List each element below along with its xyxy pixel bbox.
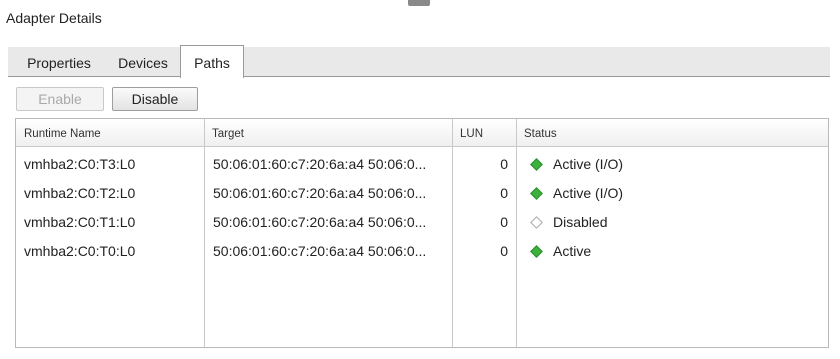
target-cell: 50:06:01:60:c7:20:6a:a4 50:06:0... xyxy=(213,156,427,172)
table-row[interactable]: vmhba2:C0:T0:L0 50:06:01:60:c7:20:6a:a4 … xyxy=(16,237,828,266)
tab-bar: Properties Devices Paths xyxy=(8,45,830,78)
status-text: Active xyxy=(553,243,592,259)
active-diamond-icon xyxy=(530,158,543,172)
lun-cell: 0 xyxy=(500,243,508,259)
column-header-target[interactable]: Target xyxy=(204,119,448,147)
runtime-name-cell: vmhba2:C0:T1:L0 xyxy=(24,214,136,230)
runtime-name-cell: vmhba2:C0:T3:L0 xyxy=(24,156,136,172)
status-cell: Active (I/O) xyxy=(524,179,824,208)
status-cell: Active xyxy=(524,237,824,266)
status-text: Active (I/O) xyxy=(553,185,624,201)
table-row[interactable]: vmhba2:C0:T1:L0 50:06:01:60:c7:20:6a:a4 … xyxy=(16,208,828,237)
tab-properties[interactable]: Properties xyxy=(12,47,106,77)
status-text: Active (I/O) xyxy=(553,156,624,172)
lun-cell: 0 xyxy=(500,185,508,201)
status-cell: Disabled xyxy=(524,208,824,237)
panel-resize-handle[interactable] xyxy=(408,0,430,6)
column-header-runtime-name[interactable]: Runtime Name xyxy=(16,119,204,147)
paths-table: Runtime Name Target LUN Status vmhba2:C0… xyxy=(15,118,829,348)
tab-paths[interactable]: Paths xyxy=(180,45,244,78)
tab-devices[interactable]: Devices xyxy=(106,47,180,77)
table-row[interactable]: vmhba2:C0:T3:L0 50:06:01:60:c7:20:6a:a4 … xyxy=(16,150,828,179)
table-header: Runtime Name Target LUN Status xyxy=(16,119,828,147)
status-text: Disabled xyxy=(553,214,608,230)
target-cell: 50:06:01:60:c7:20:6a:a4 50:06:0... xyxy=(213,214,427,230)
column-header-status[interactable]: Status xyxy=(516,119,816,147)
active-diamond-icon xyxy=(530,187,543,201)
panel-title: Adapter Details xyxy=(6,10,102,26)
active-diamond-icon xyxy=(530,245,543,259)
table-row[interactable]: vmhba2:C0:T2:L0 50:06:01:60:c7:20:6a:a4 … xyxy=(16,179,828,208)
disable-button[interactable]: Disable xyxy=(112,87,198,111)
runtime-name-cell: vmhba2:C0:T2:L0 xyxy=(24,185,136,201)
disabled-diamond-icon xyxy=(530,216,543,230)
status-cell: Active (I/O) xyxy=(524,150,824,179)
runtime-name-cell: vmhba2:C0:T0:L0 xyxy=(24,243,136,259)
lun-cell: 0 xyxy=(500,214,508,230)
enable-button[interactable]: Enable xyxy=(16,87,104,111)
target-cell: 50:06:01:60:c7:20:6a:a4 50:06:0... xyxy=(213,243,427,259)
target-cell: 50:06:01:60:c7:20:6a:a4 50:06:0... xyxy=(213,185,427,201)
lun-cell: 0 xyxy=(500,156,508,172)
column-header-lun[interactable]: LUN xyxy=(452,119,514,147)
